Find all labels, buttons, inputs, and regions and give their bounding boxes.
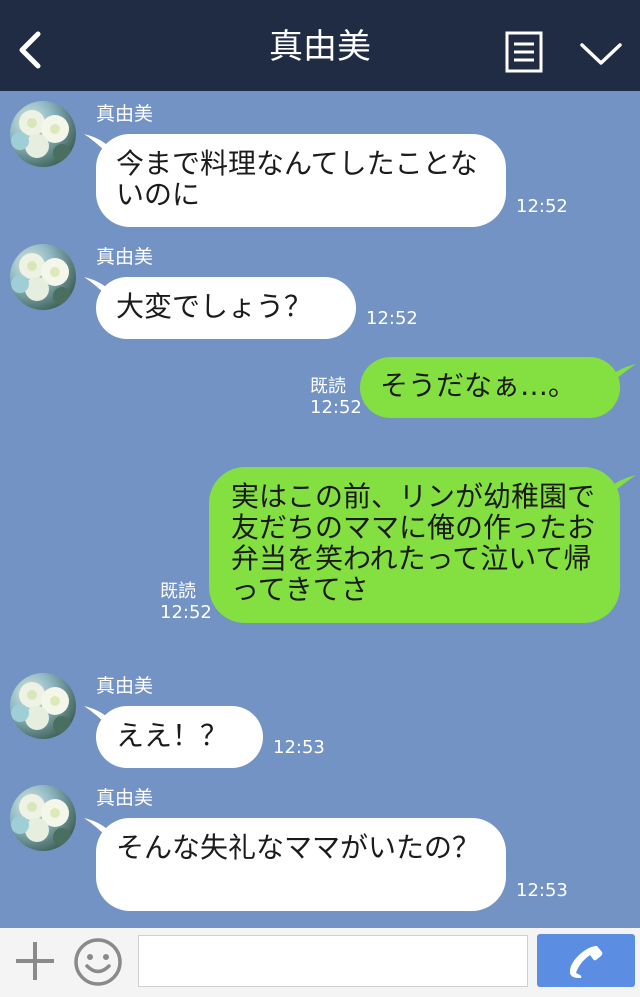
bubble-tail [610, 475, 636, 495]
chat-header: 真由美 [0, 0, 640, 91]
message-bubble: そんな失礼なママがいたの？ [96, 818, 506, 911]
message-bubble: ええ！？ [96, 706, 263, 768]
phone-icon [569, 946, 603, 978]
message-bubble: 今まで料理なんてしたことないのに [96, 134, 506, 227]
chat-title: 真由美 [269, 27, 371, 67]
sender-name: 真由美 [96, 675, 154, 697]
avatar[interactable] [10, 673, 76, 739]
rose-photo-icon [11, 110, 71, 162]
call-button[interactable] [537, 934, 635, 987]
avatar[interactable] [10, 785, 76, 851]
message-time: 12:53 [273, 737, 325, 758]
memo-icon[interactable] [505, 31, 543, 73]
read-label: 既読 [160, 581, 196, 602]
avatar[interactable] [10, 244, 76, 310]
message-time: 12:52 [366, 308, 418, 329]
bubble-tail [610, 364, 636, 384]
sender-name: 真由美 [96, 787, 154, 809]
rose-photo-icon [11, 682, 71, 734]
message-input[interactable] [138, 935, 528, 987]
read-label: 既読 [310, 376, 346, 397]
message-time: 12:52 [310, 397, 362, 418]
message-bubble: 大変でしょう？ [96, 277, 356, 339]
smiley-icon[interactable] [73, 937, 123, 987]
message-bubble: 実はこの前、リンが幼稚園で友だちのママに俺の作ったお弁当を笑われたって泣いて帰っ… [209, 467, 620, 623]
sender-name: 真由美 [96, 103, 154, 125]
rose-photo-icon [11, 253, 71, 305]
message-time: 12:53 [516, 880, 568, 901]
rose-photo-icon [11, 794, 71, 846]
chevron-down-icon[interactable] [579, 40, 623, 68]
message-time: 12:52 [516, 196, 568, 217]
avatar[interactable] [10, 101, 76, 167]
plus-icon[interactable] [14, 940, 56, 982]
read-receipt: 既読 12:52 [160, 581, 212, 623]
sender-name: 真由美 [96, 246, 154, 268]
message-time: 12:52 [160, 602, 212, 623]
message-bubble: そうだなぁ…。 [360, 357, 620, 418]
read-receipt: 既読 12:52 [310, 376, 362, 418]
